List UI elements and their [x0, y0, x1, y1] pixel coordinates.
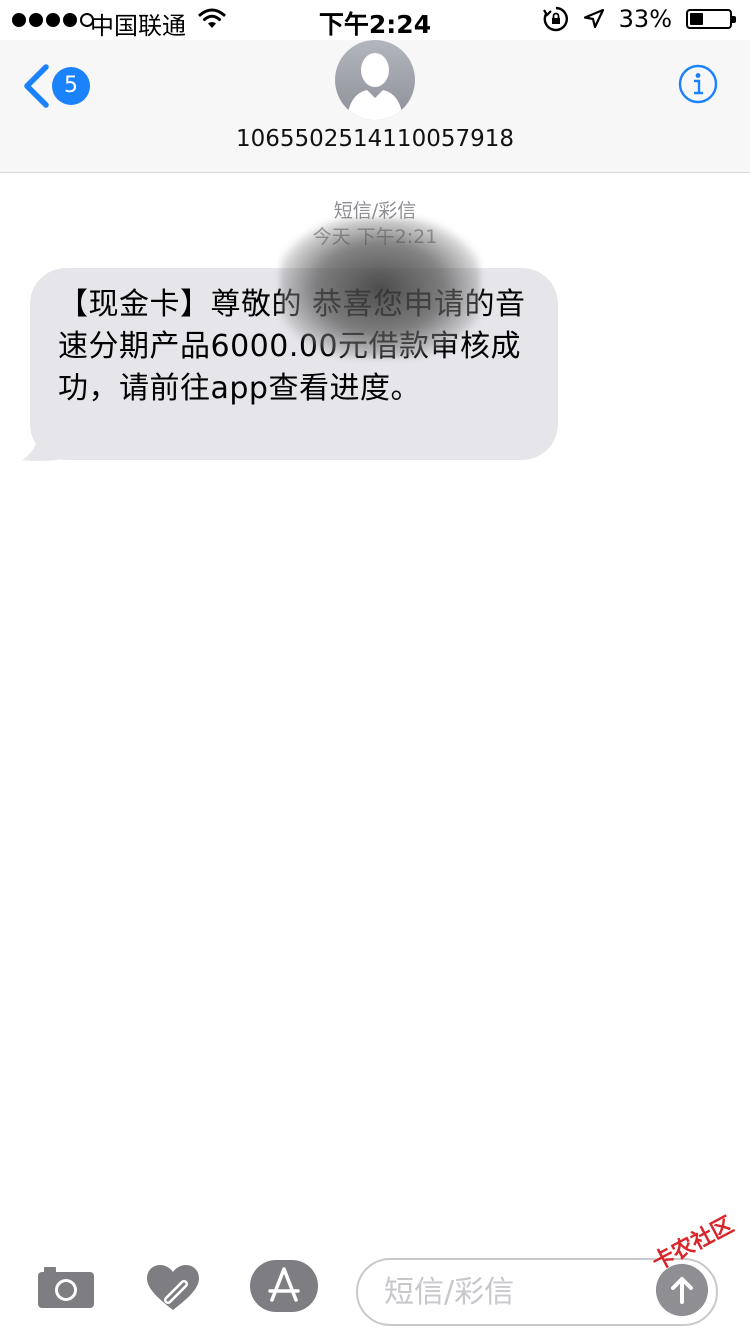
digital-touch-heart-icon[interactable] [144, 1262, 202, 1312]
conversation-header: 5 1065502514110057918 [0, 40, 750, 173]
orientation-lock-icon [542, 6, 568, 32]
battery-percent: 33% [618, 5, 672, 33]
info-icon[interactable] [678, 64, 718, 104]
battery-icon [686, 9, 736, 29]
status-bar: 中国联通 下午2:24 33% [0, 0, 750, 40]
back-button[interactable]: 5 [22, 64, 90, 108]
app-store-icon[interactable] [250, 1260, 318, 1312]
battery-fill [690, 13, 703, 25]
chevron-left-icon [24, 64, 49, 108]
person-silhouette-icon [347, 53, 403, 120]
compose-bar: 卡农社区 [0, 1213, 750, 1334]
unread-count-badge: 5 [52, 67, 90, 105]
location-arrow-icon [583, 8, 604, 29]
contact-number[interactable]: 1065502514110057918 [0, 126, 750, 152]
status-right-group: 33% [542, 5, 736, 33]
camera-icon[interactable] [38, 1264, 94, 1308]
messages-screen: 中国联通 下午2:24 33% 5 1065502514110057918 短信… [0, 0, 750, 1334]
contact-avatar[interactable] [335, 40, 415, 120]
redaction-scribble [280, 218, 480, 358]
